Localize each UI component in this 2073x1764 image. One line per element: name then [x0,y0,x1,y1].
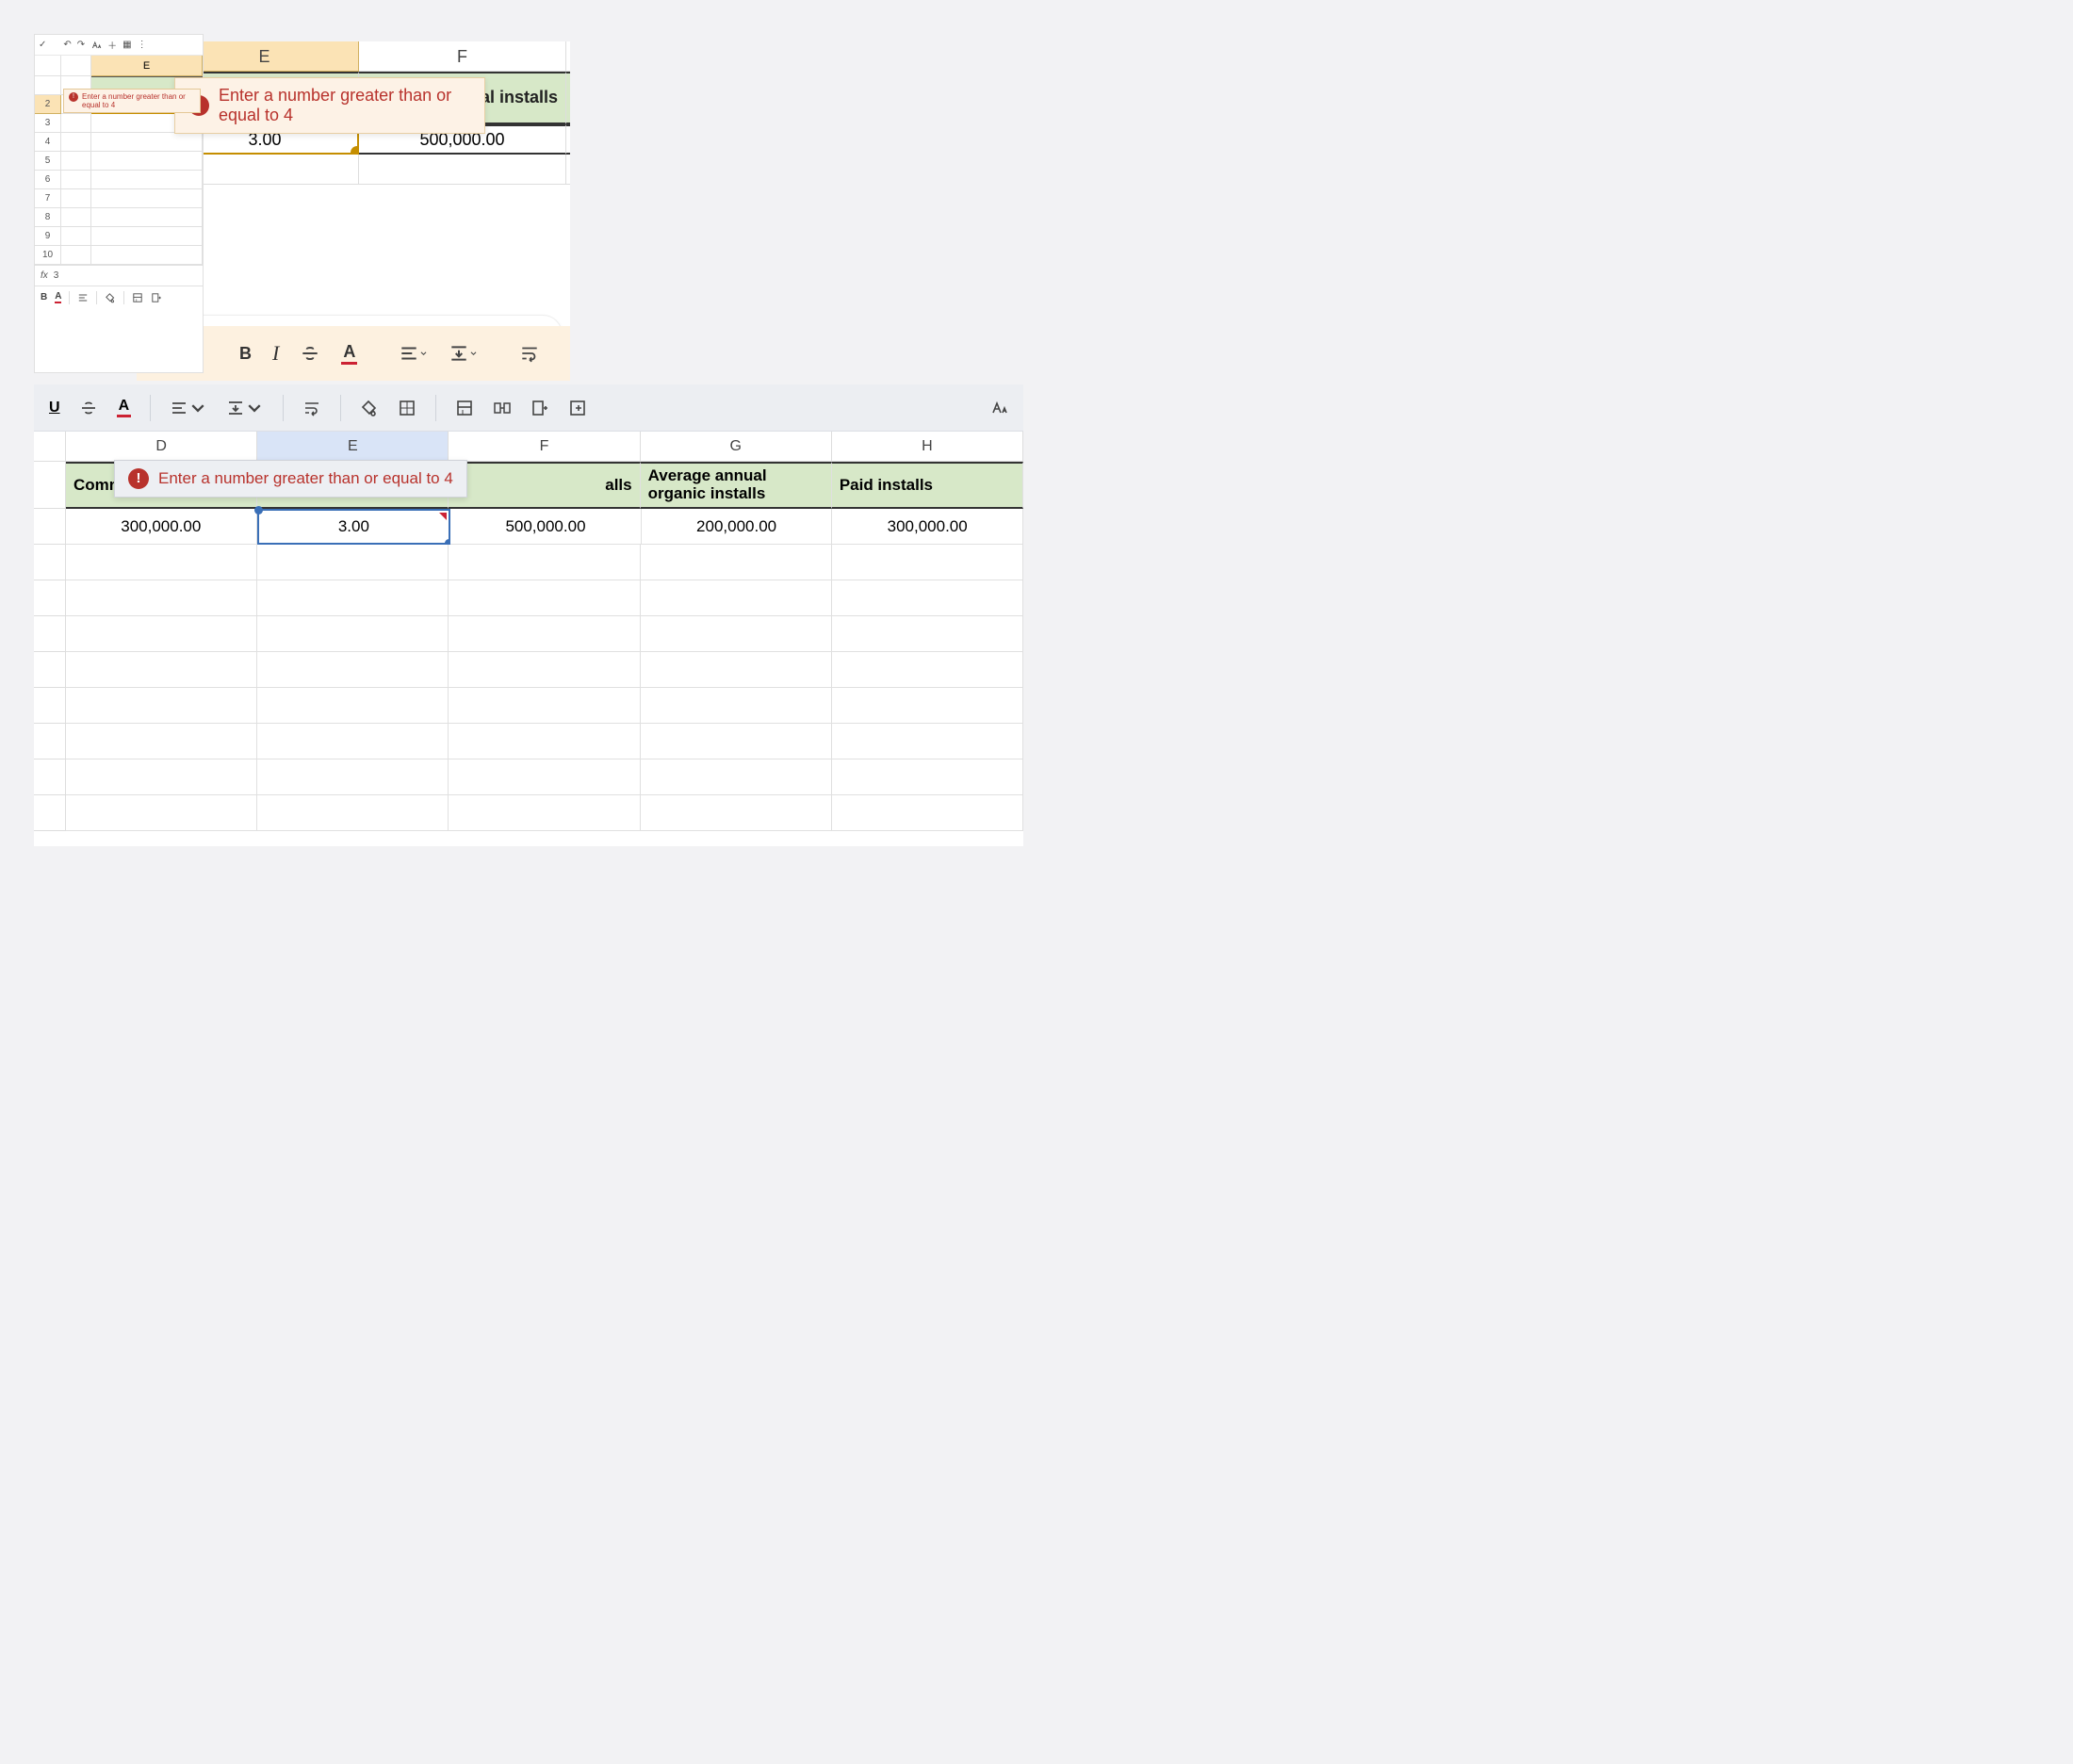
row-header-5[interactable]: 5 [35,152,61,171]
col-header-D[interactable]: D [66,432,257,462]
validation-tooltip: ! Enter a number greater than or equal t… [174,77,485,134]
cell-G1[interactable]: Average annual organic installs [566,72,570,124]
halign-button[interactable] [399,343,428,364]
col-header-H[interactable]: H [832,432,1023,462]
col-header-E[interactable]: E [257,432,449,462]
cell-E4[interactable] [91,133,203,152]
cell-E8[interactable] [91,208,203,227]
col-header-G[interactable]: G [566,41,570,72]
text-color-button[interactable]: A [55,291,61,303]
borders-button[interactable] [398,399,416,417]
valign-button[interactable] [449,343,478,364]
freeze-button[interactable] [455,399,474,417]
tablet-sheet-view: U A D E F G H Commis alls Average annual… [34,384,1023,846]
cell-G2[interactable]: 200,000.00 [642,509,833,545]
insert-col-button[interactable] [530,399,549,417]
validation-marker-icon [439,513,447,520]
bold-button[interactable]: B [239,344,252,364]
accept-icon[interactable]: ✓ [39,40,46,50]
strike-button[interactable] [79,399,98,417]
undo-icon[interactable]: ↶ [63,40,71,50]
cell-F3[interactable] [359,155,566,185]
halign-button[interactable] [170,399,207,417]
italic-button[interactable]: I [272,341,279,366]
error-icon: ! [128,468,149,489]
redo-icon[interactable]: ↷ [77,40,85,50]
col-header-F[interactable]: F [359,41,566,72]
font-size-button[interactable] [989,399,1008,417]
validation-message: Enter a number greater than or equal to … [219,86,471,125]
fx-label: fx [41,270,48,281]
format-toolbar: U A [34,384,1023,432]
grid-icon[interactable]: ▦ [122,40,131,50]
valign-button[interactable] [226,399,264,417]
row-header-2[interactable]: 2 [35,95,61,114]
cell-H2[interactable]: 300,000.00 [832,509,1023,545]
cell-G1[interactable]: Average annual organic installs [641,462,832,509]
wrap-button[interactable] [519,343,540,364]
fx-value: 3 [54,270,59,281]
cell-E10[interactable] [91,246,203,265]
col-header-F[interactable]: F [449,432,640,462]
cell-E5[interactable] [91,152,203,171]
cell-G3[interactable] [566,155,570,185]
validation-message: Enter a number greater than or equal to … [158,469,453,488]
cell-G2[interactable]: 200,000.00 [566,124,570,155]
more-icon[interactable]: ⋮ [138,40,147,50]
cell-H1[interactable]: Paid installs [832,462,1023,509]
row-header-1[interactable] [35,76,61,95]
row-header-9[interactable]: 9 [35,227,61,246]
row-header-8[interactable]: 8 [35,208,61,227]
top-toolbar: ✓ ↶ ↷ ＋ ▦ ⋮ [35,35,203,56]
cell-F1[interactable]: alls [449,462,640,509]
merge-button[interactable] [493,399,512,417]
cell-E2-selected[interactable]: 3.00 [257,509,451,545]
empty-cell[interactable] [66,545,257,580]
wrap-button[interactable] [302,399,321,417]
halign-button[interactable] [77,292,89,303]
freeze-button[interactable] [132,292,143,303]
text-color-button[interactable]: A [341,342,357,365]
cell-E9[interactable] [91,227,203,246]
row-header-6[interactable]: 6 [35,171,61,189]
row-header-3[interactable]: 3 [35,114,61,133]
fill-color-button[interactable] [360,399,379,417]
row-header-4[interactable]: 4 [35,133,61,152]
formula-bar-small[interactable]: fx 3 [35,265,203,286]
fill-color-button[interactable] [105,292,116,303]
bottom-toolbar: B A [35,286,203,308]
strike-button[interactable] [300,343,320,364]
cell-D2[interactable]: 300,000.00 [66,509,257,545]
text-color-button[interactable]: A [117,398,132,417]
error-icon: ! [69,92,78,102]
font-size-icon[interactable] [90,40,102,51]
bold-button[interactable]: B [41,292,47,302]
cell-E6[interactable] [91,171,203,189]
plus-icon[interactable]: ＋ [107,38,117,52]
col-header-G[interactable]: G [641,432,832,462]
cell-E7[interactable] [91,189,203,208]
validation-tooltip: ! Enter a number greater than or equal t… [114,460,467,498]
insert-cell-button[interactable] [568,399,587,417]
insert-col-button[interactable] [151,292,162,303]
underline-button[interactable]: U [49,400,60,416]
validation-message: Enter a number greater than or equal to … [82,92,195,109]
row-header-10[interactable]: 10 [35,246,61,265]
cell-F2[interactable]: 500,000.00 [450,509,642,545]
col-header-E[interactable]: E [91,56,203,76]
validation-tooltip-small: ! Enter a number greater than or equal t… [63,89,201,113]
row-header-7[interactable]: 7 [35,189,61,208]
